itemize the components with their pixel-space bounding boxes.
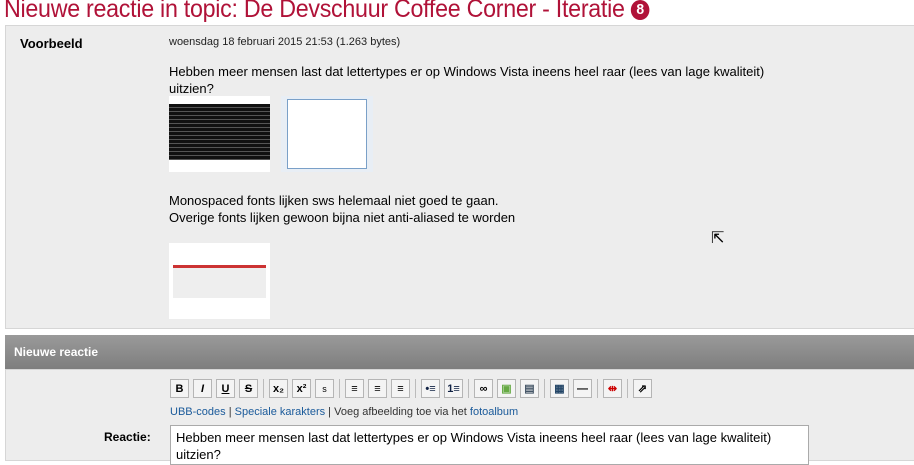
screenshot-thumbnail[interactable] [169,96,270,172]
mouse-cursor-icon: ⇱ [711,230,725,247]
photo-album-link[interactable]: fotoalbum [470,406,518,418]
preview-panel: Voorbeeld woensdag 18 februari 2015 21:5… [5,25,914,329]
align-right-button[interactable]: ≡ [391,379,410,398]
reply-label: Reactie: [104,430,151,444]
ubb-codes-link[interactable]: UBB-codes [170,406,226,418]
preview-paragraph: Monospaced fonts lijken sws helemaal nie… [169,193,499,208]
video-button[interactable]: ▤ [520,379,539,398]
strike-button[interactable]: S [239,379,258,398]
small-button[interactable]: s [315,379,334,398]
reply-textarea[interactable]: Hebben meer mensen last dat lettertypes … [170,425,809,465]
superscript-button[interactable]: x² [292,379,311,398]
bold-button[interactable]: B [170,379,189,398]
preview-label: Voorbeeld [20,36,83,51]
page-break-button[interactable]: ⇹ [603,379,622,398]
screenshot-thumbnail[interactable] [281,96,373,172]
align-center-button[interactable]: ≡ [368,379,387,398]
editor-links: UBB-codes | Speciale karakters | Voeg af… [170,406,519,418]
horizontal-rule-button[interactable]: — [573,379,592,398]
subscript-button[interactable]: x₂ [269,379,288,398]
align-left-button[interactable]: ≡ [345,379,364,398]
screenshot-thumbnail[interactable] [169,243,270,319]
numbered-list-button[interactable]: 1≡ [444,379,463,398]
special-chars-link[interactable]: Speciale karakters [235,406,326,418]
post-meta: woensdag 18 februari 2015 21:53 (1.263 b… [169,36,401,48]
image-button[interactable]: ▣ [497,379,516,398]
expand-button[interactable]: ⇗ [633,379,652,398]
page-title: Nieuwe reactie in topic: De Devschuur Co… [4,0,650,24]
iteration-badge: 8 [630,0,650,20]
italic-button[interactable]: I [193,379,212,398]
preview-paragraph: Overige fonts lijken gewoon bijna niet a… [169,210,516,225]
editor-toolbar: B I U S x₂ x² s ≡ ≡ ≡ •≡ 1≡ ∞ ▣ ▤ ▦ — ⇹ … [170,379,652,398]
reply-form: B I U S x₂ x² s ≡ ≡ ≡ •≡ 1≡ ∞ ▣ ▤ ▦ — ⇹ … [5,369,914,465]
table-button[interactable]: ▦ [550,379,569,398]
preview-paragraph: Hebben meer mensen last dat lettertypes … [169,64,765,96]
link-button[interactable]: ∞ [474,379,493,398]
section-header: Nieuwe reactie [5,335,914,369]
bullet-list-button[interactable]: •≡ [421,379,440,398]
underline-button[interactable]: U [216,379,235,398]
